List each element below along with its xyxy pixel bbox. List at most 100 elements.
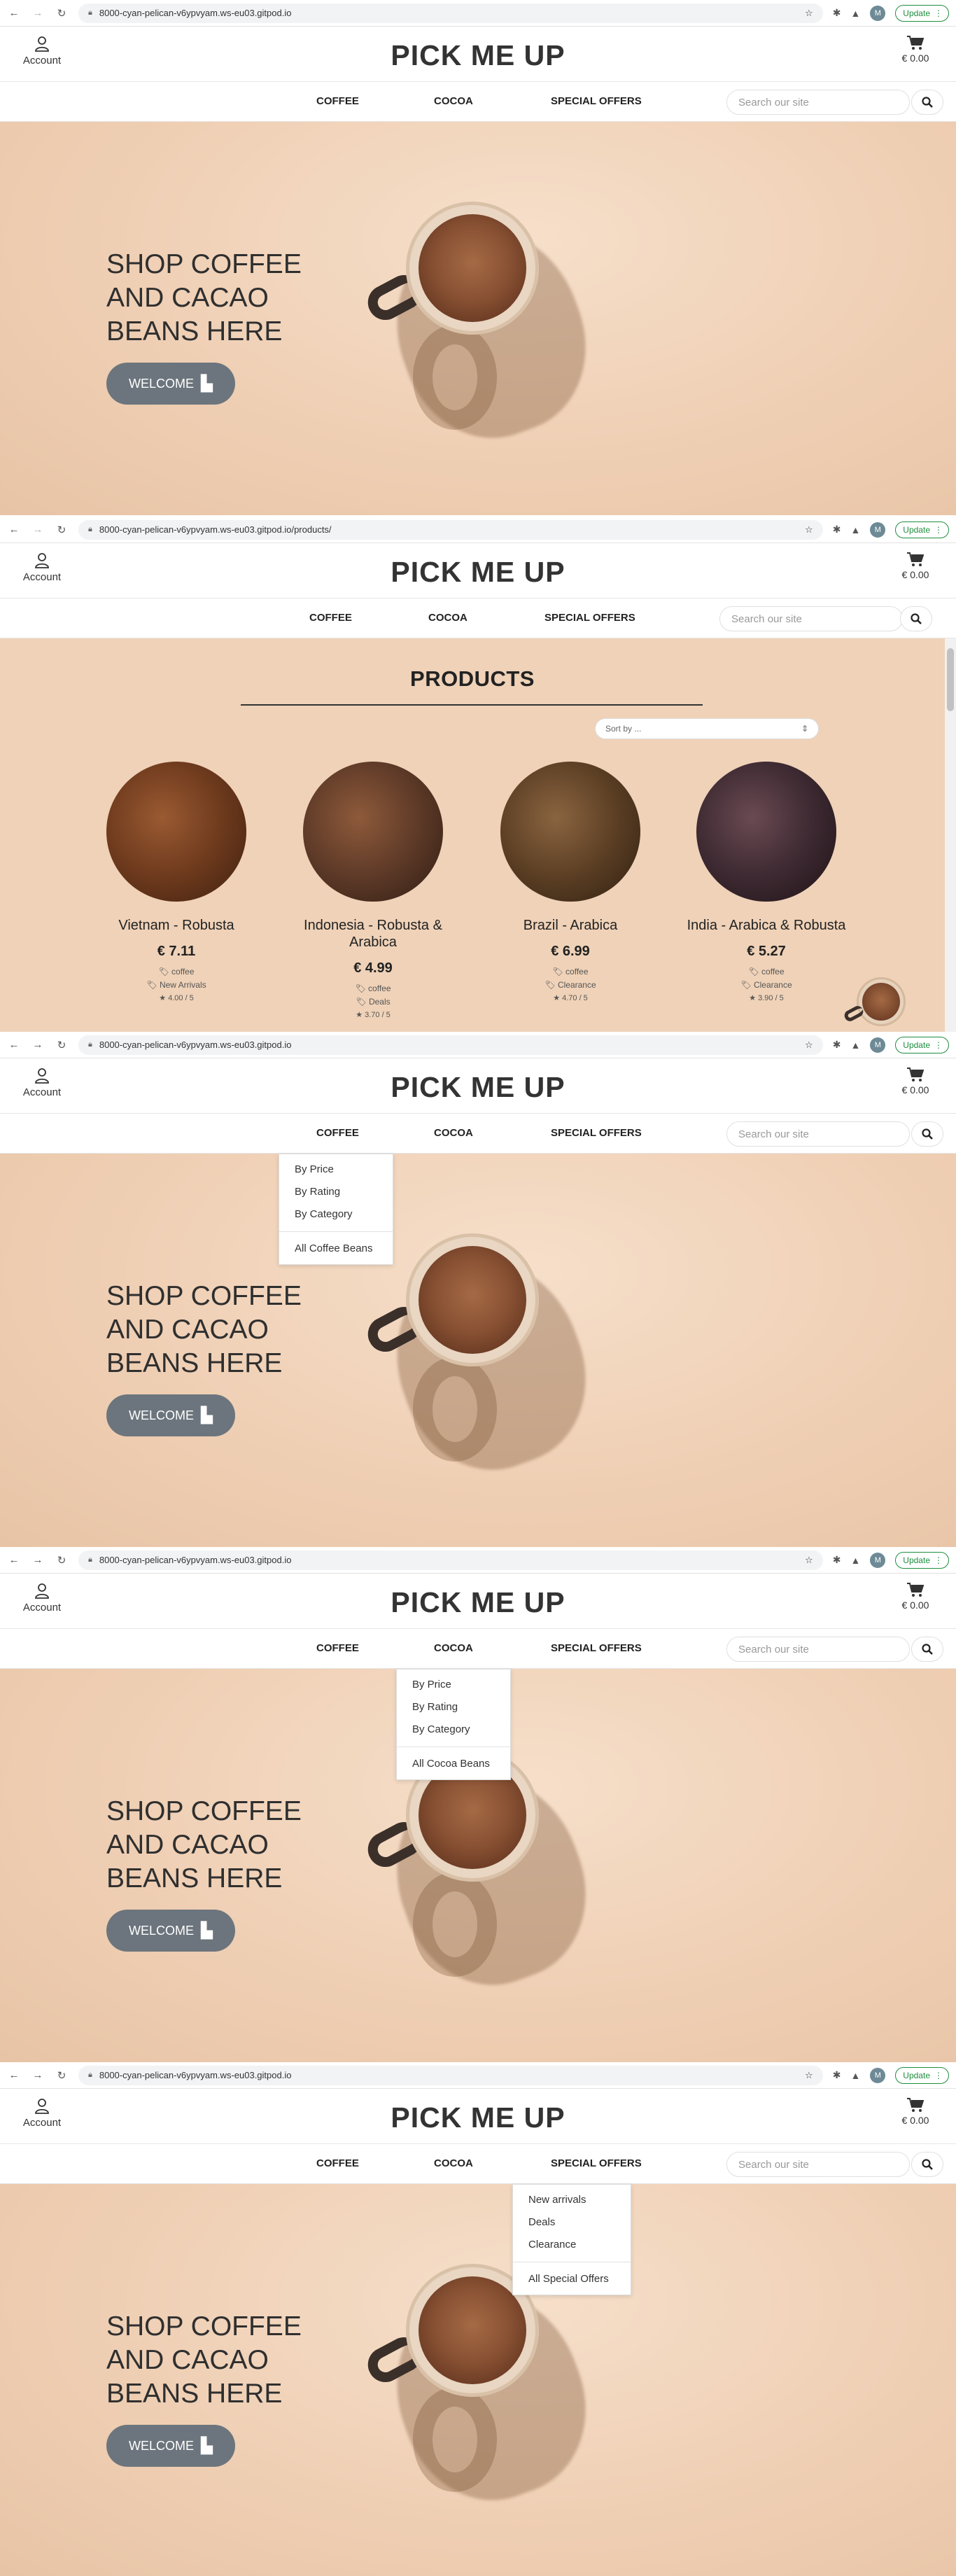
product-image[interactable]: [106, 762, 246, 902]
product-tag[interactable]: 🏷︎ coffee: [89, 967, 264, 976]
search-button[interactable]: [911, 1637, 943, 1662]
menu-item-by-price[interactable]: By Price: [279, 1158, 393, 1181]
profile-avatar[interactable]: M: [870, 1552, 886, 1568]
profile-menu-icon[interactable]: ▲: [850, 8, 860, 19]
cart-link[interactable]: € 0.00: [894, 1582, 936, 1612]
search-input[interactable]: Search our site: [726, 1637, 910, 1662]
address-bar[interactable]: 🔒︎ 8000-cyan-pelican-v6ypvyam.ws-eu03.gi…: [78, 2065, 823, 2085]
nav-special-offers[interactable]: SPECIAL OFFERS: [551, 1127, 642, 1139]
bookmark-star-icon[interactable]: ☆: [805, 524, 813, 536]
profile-avatar[interactable]: M: [870, 1037, 886, 1053]
page-scrollbar[interactable]: [945, 638, 956, 1032]
welcome-button[interactable]: WELCOME ▙: [106, 363, 235, 405]
product-card[interactable]: Vietnam - Robusta € 7.11 🏷︎ coffee 🏷︎ Ne…: [89, 762, 264, 1002]
menu-item-by-rating[interactable]: By Rating: [279, 1181, 393, 1203]
menu-item-by-category[interactable]: By Category: [279, 1203, 393, 1226]
nav-cocoa[interactable]: COCOA: [434, 1642, 473, 1654]
sort-select[interactable]: Sort by ... ⇕: [595, 718, 819, 739]
search-input[interactable]: Search our site: [726, 2152, 910, 2177]
back-icon[interactable]: ←: [7, 6, 21, 20]
bookmark-star-icon[interactable]: ☆: [805, 2070, 813, 2081]
product-card[interactable]: India - Arabica & Robusta € 5.27 🏷︎ coff…: [679, 762, 854, 1002]
update-button[interactable]: Update ⋮: [895, 1036, 949, 1054]
reload-icon[interactable]: ↻: [55, 2068, 69, 2082]
site-logo[interactable]: PICK ME UP: [0, 2101, 956, 2134]
product-card[interactable]: Indonesia - Robusta & Arabica € 4.99 🏷︎ …: [286, 762, 461, 1019]
product-image[interactable]: [500, 762, 640, 902]
profile-menu-icon[interactable]: ▲: [850, 1040, 860, 1051]
address-bar[interactable]: 🔒︎ 8000-cyan-pelican-v6ypvyam.ws-eu03.gi…: [78, 1550, 823, 1570]
extensions-icon[interactable]: ✱: [833, 2069, 841, 2081]
forward-icon[interactable]: →: [31, 523, 45, 537]
profile-menu-icon[interactable]: ▲: [850, 1555, 860, 1566]
forward-icon[interactable]: →: [31, 6, 45, 20]
menu-item-clearance[interactable]: Clearance: [513, 2234, 631, 2256]
product-name[interactable]: Indonesia - Robusta & Arabica: [286, 917, 461, 951]
search-button[interactable]: [911, 1121, 943, 1147]
product-name[interactable]: Vietnam - Robusta: [89, 917, 264, 934]
nav-special-offers[interactable]: SPECIAL OFFERS: [551, 95, 642, 107]
nav-coffee[interactable]: COFFEE: [309, 612, 352, 624]
extensions-icon[interactable]: ✱: [833, 7, 841, 19]
reload-icon[interactable]: ↻: [55, 1038, 69, 1052]
nav-coffee[interactable]: COFFEE: [316, 1642, 359, 1654]
bookmark-star-icon[interactable]: ☆: [805, 1555, 813, 1566]
menu-item-by-rating[interactable]: By Rating: [397, 1696, 510, 1718]
cart-link[interactable]: € 0.00: [894, 1067, 936, 1097]
nav-coffee[interactable]: COFFEE: [316, 2157, 359, 2169]
search-input[interactable]: Search our site: [726, 1121, 910, 1147]
profile-menu-icon[interactable]: ▲: [850, 524, 860, 536]
forward-icon[interactable]: →: [31, 2068, 45, 2082]
menu-item-all-special-offers[interactable]: All Special Offers: [513, 2268, 631, 2290]
back-icon[interactable]: ←: [7, 1038, 21, 1052]
cart-link[interactable]: € 0.00: [894, 552, 936, 582]
cart-link[interactable]: € 0.00: [894, 35, 936, 65]
site-logo[interactable]: PICK ME UP: [0, 556, 956, 589]
reload-icon[interactable]: ↻: [55, 6, 69, 20]
welcome-button[interactable]: WELCOME ▙: [106, 2425, 235, 2467]
site-logo[interactable]: PICK ME UP: [0, 1071, 956, 1104]
nav-coffee[interactable]: COFFEE: [316, 1127, 359, 1139]
reload-icon[interactable]: ↻: [55, 523, 69, 537]
nav-cocoa[interactable]: COCOA: [434, 95, 473, 107]
update-button[interactable]: Update ⋮: [895, 4, 949, 22]
back-icon[interactable]: ←: [7, 1553, 21, 1567]
nav-special-offers[interactable]: SPECIAL OFFERS: [551, 2157, 642, 2169]
welcome-button[interactable]: WELCOME ▙: [106, 1910, 235, 1952]
site-logo[interactable]: PICK ME UP: [0, 39, 956, 72]
search-button[interactable]: [911, 90, 943, 115]
menu-item-deals[interactable]: Deals: [513, 2211, 631, 2234]
extensions-icon[interactable]: ✱: [833, 524, 841, 536]
address-bar[interactable]: 🔒︎ 8000-cyan-pelican-v6ypvyam.ws-eu03.gi…: [78, 519, 823, 540]
profile-avatar[interactable]: M: [870, 2067, 886, 2083]
scrollbar-thumb[interactable]: [947, 648, 954, 711]
nav-cocoa[interactable]: COCOA: [434, 1127, 473, 1139]
update-button[interactable]: Update ⋮: [895, 2066, 949, 2084]
product-card[interactable]: Brazil - Arabica € 6.99 🏷︎ coffee 🏷︎ Cle…: [483, 762, 658, 1002]
product-category[interactable]: 🏷︎ Deals: [286, 997, 461, 1007]
update-button[interactable]: Update ⋮: [895, 521, 949, 538]
address-bar[interactable]: 🔒︎ 8000-cyan-pelican-v6ypvyam.ws-eu03.gi…: [78, 3, 823, 23]
nav-cocoa[interactable]: COCOA: [428, 612, 468, 624]
product-image[interactable]: [303, 762, 443, 902]
menu-item-all-coffee[interactable]: All Coffee Beans: [279, 1238, 393, 1260]
reload-icon[interactable]: ↻: [55, 1553, 69, 1567]
nav-cocoa[interactable]: COCOA: [434, 2157, 473, 2169]
product-category[interactable]: 🏷︎ Clearance: [679, 980, 854, 990]
product-name[interactable]: Brazil - Arabica: [483, 917, 658, 934]
menu-item-by-category[interactable]: By Category: [397, 1718, 510, 1741]
welcome-button[interactable]: WELCOME ▙: [106, 1394, 235, 1436]
profile-avatar[interactable]: M: [870, 522, 886, 538]
extensions-icon[interactable]: ✱: [833, 1554, 841, 1566]
product-category[interactable]: 🏷︎ New Arrivals: [89, 980, 264, 990]
menu-item-by-price[interactable]: By Price: [397, 1674, 510, 1696]
site-logo[interactable]: PICK ME UP: [0, 1586, 956, 1619]
profile-avatar[interactable]: M: [870, 5, 886, 21]
forward-icon[interactable]: →: [31, 1553, 45, 1567]
search-input[interactable]: Search our site: [726, 90, 910, 115]
product-name[interactable]: India - Arabica & Robusta: [679, 917, 854, 934]
update-button[interactable]: Update ⋮: [895, 1551, 949, 1569]
profile-menu-icon[interactable]: ▲: [850, 2070, 860, 2081]
product-tag[interactable]: 🏷︎ coffee: [483, 967, 658, 976]
menu-item-all-cocoa[interactable]: All Cocoa Beans: [397, 1753, 510, 1775]
